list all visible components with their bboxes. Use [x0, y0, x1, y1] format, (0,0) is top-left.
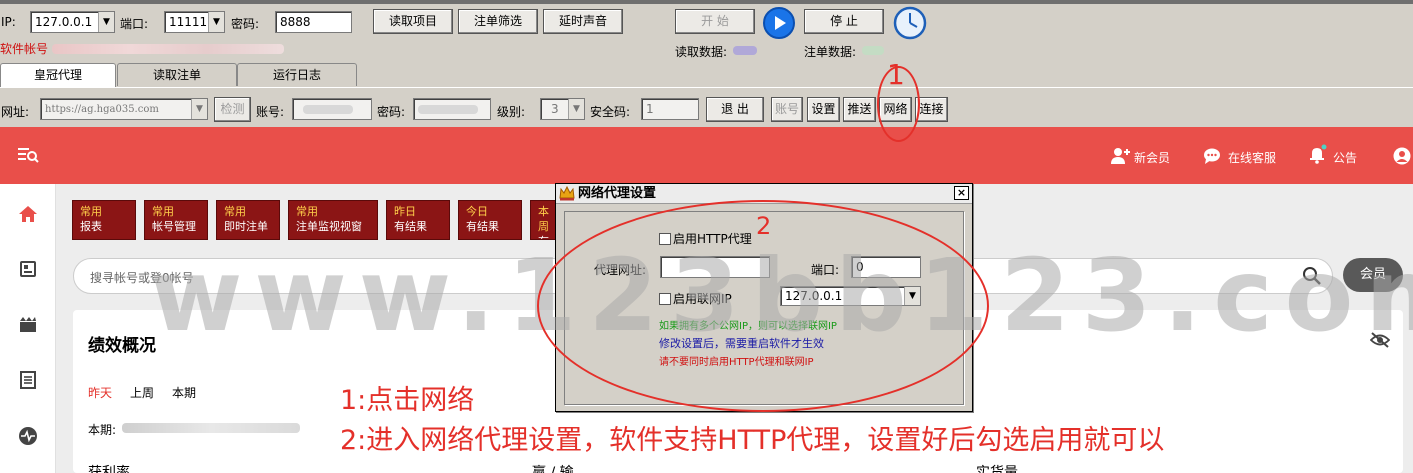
window-title-strip [0, 0, 1413, 4]
level-label: 级别: [497, 105, 526, 119]
tab-read-orders[interactable]: 读取注单 [117, 63, 237, 86]
col-win-rate: 获利率 [88, 465, 130, 473]
home-icon[interactable] [18, 204, 38, 224]
menu-search-icon[interactable] [17, 145, 39, 165]
quick-tile-order-monitor[interactable]: 常用 注单监视视窗 [288, 200, 378, 240]
password-label: 密码: [231, 17, 260, 31]
chevron-down-icon[interactable]: ▼ [568, 99, 584, 119]
account-input[interactable] [292, 98, 372, 120]
login-password-input[interactable] [413, 98, 491, 120]
crown-icon [559, 185, 575, 201]
security-code-label: 安全码: [590, 105, 631, 119]
chat-icon[interactable] [1203, 148, 1221, 164]
dialog-title-text: 网络代理设置 [578, 186, 657, 201]
account-value [303, 105, 353, 114]
url-value: https://ag.hga035.com [45, 104, 159, 115]
filter-orders-button[interactable]: 注单筛选 [458, 9, 538, 34]
col-goods: 实货量 [976, 465, 1018, 473]
login-password-label: 密码: [377, 105, 406, 119]
stop-button[interactable]: 停 止 [804, 9, 884, 34]
period-last-week[interactable]: 上周 [130, 384, 154, 401]
order-data-label: 注单数据: [804, 45, 857, 59]
start-button[interactable]: 开 始 [675, 9, 755, 34]
list-icon[interactable] [18, 370, 38, 390]
close-icon[interactable]: × [954, 186, 969, 200]
detect-button[interactable]: 检测 [214, 97, 251, 122]
annotation-step-2: 2:进入网络代理设置，软件支持HTTP代理，设置好后勾选启用就可以 [340, 425, 1165, 456]
card-title: 绩效概况 [88, 336, 156, 356]
col-win-loss: 赢 / 输 [532, 465, 574, 473]
login-password-value [418, 105, 478, 114]
ip-label: IP: [1, 15, 16, 29]
bell-icon[interactable] [1308, 144, 1328, 164]
quick-tile-live-orders[interactable]: 常用 即时注单 [216, 200, 280, 240]
period-this-period[interactable]: 本期 [172, 384, 196, 401]
read-items-button[interactable]: 读取项目 [373, 9, 453, 34]
play-icon[interactable] [763, 7, 795, 39]
tab-run-log[interactable]: 运行日志 [237, 63, 357, 86]
tab-divider [0, 87, 1413, 88]
annotation-number-2: 2 [756, 212, 772, 240]
security-code-input[interactable]: 1 [641, 98, 699, 120]
account-button[interactable]: 账号 [771, 97, 803, 122]
account-label: 账号: [256, 105, 285, 119]
new-member-icon[interactable] [1110, 147, 1130, 165]
video-icon[interactable] [18, 314, 38, 334]
url-select[interactable]: https://ag.hga035.com ▼ [40, 98, 208, 120]
tab-crown-agent[interactable]: 皇冠代理 [0, 63, 116, 87]
software-account-label: 软件帐号 [0, 42, 49, 56]
url-label: 网址: [1, 105, 30, 119]
chevron-down-icon[interactable]: ▼ [208, 12, 224, 32]
push-button[interactable]: 推送 [843, 97, 876, 122]
settings-button[interactable]: 设置 [807, 97, 840, 122]
chevron-down-icon[interactable]: ▼ [191, 99, 207, 119]
ip-value: 127.0.0.1 [35, 15, 93, 29]
period-value [122, 423, 300, 433]
password-input[interactable]: 8888 [275, 11, 352, 33]
software-account-value [52, 44, 284, 54]
port-value: 11111 [169, 15, 208, 29]
logout-button[interactable]: 退 出 [706, 97, 764, 122]
period-yesterday[interactable]: 昨天 [88, 384, 112, 401]
web-header [0, 127, 1413, 184]
quick-tile-account-mgmt[interactable]: 常用 帐号管理 [144, 200, 208, 240]
announcement-link[interactable]: 公告 [1333, 149, 1357, 166]
level-select[interactable]: 3 ▼ [540, 98, 585, 120]
report-icon[interactable] [18, 259, 38, 279]
delay-sound-button[interactable]: 延时声音 [543, 9, 623, 34]
annotation-step-1: 1:点击网络 [340, 385, 475, 416]
left-nav [0, 184, 56, 473]
read-data-label: 读取数据: [675, 45, 728, 59]
ip-select[interactable]: 127.0.0.1 ▼ [30, 11, 115, 33]
quick-tile-yesterday[interactable]: 昨日 有结果 [386, 200, 450, 240]
read-data-value [733, 46, 757, 55]
period-label: 本期: [88, 423, 117, 437]
chevron-down-icon[interactable]: ▼ [98, 12, 114, 32]
port-select[interactable]: 11111 ▼ [164, 11, 225, 33]
quick-tile-report[interactable]: 常用 报表 [72, 200, 136, 240]
quick-tile-today[interactable]: 今日 有结果 [458, 200, 522, 240]
level-value: 3 [551, 102, 559, 116]
port-label: 端口: [120, 17, 149, 31]
new-member-link[interactable]: 新会员 [1134, 149, 1170, 166]
clock-icon[interactable] [893, 6, 927, 40]
user-avatar-icon[interactable] [1393, 147, 1411, 165]
annotation-number-1: 1 [887, 58, 905, 91]
online-service-link[interactable]: 在线客服 [1228, 149, 1276, 166]
activity-icon[interactable] [18, 426, 38, 446]
order-data-value [862, 46, 884, 55]
